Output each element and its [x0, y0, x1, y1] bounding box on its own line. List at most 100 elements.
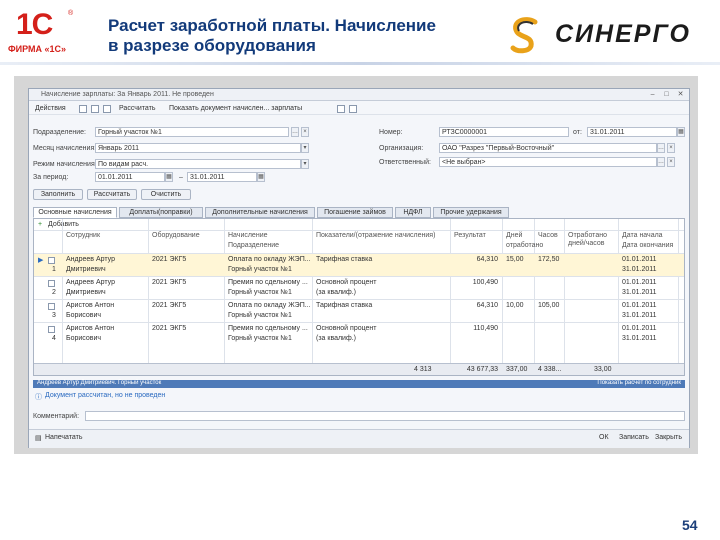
tab-loans[interactable]: Погашение займов [317, 207, 393, 218]
save-button[interactable]: Записать [619, 434, 649, 441]
tab-main-accruals[interactable]: Основные начисления [33, 207, 117, 218]
otvetstv-select-button[interactable]: … [657, 157, 665, 167]
table-row[interactable]: 3 Аристов Антон Борисович 2021 ЭКГ5 Опла… [34, 299, 684, 322]
rezhim-dropdown-icon[interactable]: ▾ [301, 159, 309, 169]
header-accrual[interactable]: Начисление [228, 232, 268, 239]
header-hours[interactable]: Часов [538, 232, 558, 239]
otvetstv-label: Ответственный: [379, 159, 431, 166]
indicator-note: (за квалиф.) [316, 335, 357, 342]
org-clear-icon[interactable]: × [667, 143, 675, 153]
row-number: 1 [52, 266, 56, 273]
indicator: Тарифная ставка [316, 302, 373, 309]
table-row[interactable]: 2 Андреев Артур Дмитриевич 2021 ЭКГ5 Пре… [34, 276, 684, 299]
period-from-field[interactable]: 01.01.2011 [95, 172, 165, 182]
otvetstv-field[interactable]: <Не выбран> [439, 157, 657, 167]
slide-title: Расчет заработной платы. Начисление в ра… [108, 16, 498, 56]
tab-additional[interactable]: Дополнительные начисления [205, 207, 315, 218]
save-icon[interactable] [79, 105, 87, 113]
logo-1c-text: 1С [16, 8, 53, 41]
ok-button[interactable]: ОК [599, 434, 609, 441]
row-checkbox[interactable] [48, 257, 55, 264]
header-worked-days-hours[interactable]: Отработано дней/часов [568, 232, 616, 248]
indicator-note: (за квалиф.) [316, 289, 357, 296]
tab-other-deductions[interactable]: Прочие удержания [433, 207, 509, 218]
zapolnit-button[interactable]: Заполнить [33, 189, 83, 200]
print-icon[interactable]: ▤ [35, 434, 42, 442]
period-to-field[interactable]: 31.01.2011 [187, 172, 257, 182]
start-date: 01.01.2011 [622, 302, 657, 309]
rezhim-label: Режим начисления: [33, 161, 97, 168]
minimize-icon[interactable]: – [648, 91, 657, 100]
show-calc-link[interactable]: Показать расчет по сотрудник [597, 380, 681, 386]
add-row-button[interactable]: Добавить [48, 221, 79, 228]
org-label: Организация: [379, 145, 424, 152]
recalc-button[interactable]: Рассчитать [119, 105, 156, 112]
close-icon[interactable]: ✕ [676, 90, 685, 99]
table-toolbar: Добавить + [34, 219, 684, 231]
employee-name: Андреев Артур [66, 256, 115, 263]
rezhim-field[interactable]: По видам расч. [95, 159, 301, 169]
podrazdelenie-field[interactable]: Горный участок №1 [95, 127, 289, 137]
tab-ndfl[interactable]: НДФЛ [395, 207, 431, 218]
header-days[interactable]: Дней [506, 232, 522, 239]
date-field[interactable]: 31.01.2011 [587, 127, 677, 137]
org-select-button[interactable]: … [657, 143, 665, 153]
tab-surcharges[interactable]: Доплаты(поправки) [119, 207, 203, 218]
accruals-table: Добавить + Сотрудник Оборудование Начисл… [33, 218, 685, 376]
print-button[interactable]: Напечатать [45, 434, 83, 441]
result: 64,310 [476, 256, 498, 263]
header-indicators[interactable]: Показатели/(отражение начисления) [316, 232, 435, 239]
header-start-date[interactable]: Дата начала [622, 232, 663, 239]
bottom-bar: ▤ Напечатать ОК Записать Закрыть [29, 429, 689, 448]
nomer-field[interactable]: РТЗС0000001 [439, 127, 569, 137]
header-employee[interactable]: Сотрудник [66, 232, 100, 239]
maximize-icon[interactable]: □ [662, 91, 671, 100]
page-number: 54 [682, 517, 698, 533]
total-indicator: 4 313 [414, 366, 432, 373]
header-end-date[interactable]: Дата окончания [622, 242, 673, 249]
podrazdelenie-clear-icon[interactable]: × [301, 127, 309, 137]
mesyac-field[interactable]: Январь 2011 [95, 143, 301, 153]
close-button[interactable]: Закрыть [655, 434, 682, 441]
totals-row: 4 313 43 677,33 337,00 4 338... 33,00 [34, 363, 684, 375]
header-result[interactable]: Результат [454, 232, 486, 239]
table-row[interactable]: ▶ 1 Андреев Артур Дмитриевич 2021 ЭКГ5 О… [34, 253, 684, 276]
post-icon[interactable] [91, 105, 99, 113]
mesyac-label: Месяц начисления: [33, 145, 97, 152]
help-icon[interactable] [349, 105, 357, 113]
row-checkbox[interactable] [48, 280, 55, 287]
header-worked[interactable]: отработано [506, 242, 543, 249]
synergo-logo: СИНЕРГО [505, 14, 705, 54]
show-doc-button[interactable]: Показать документ начислен... зарплаты [169, 105, 302, 112]
period-to-calendar-icon[interactable]: ▦ [257, 172, 265, 182]
header-subdivision[interactable]: Подразделение [228, 242, 279, 249]
otvetstv-clear-icon[interactable]: × [667, 157, 675, 167]
row-number: 4 [52, 335, 56, 342]
mesyac-dropdown-icon[interactable]: ▾ [301, 143, 309, 153]
header-equipment[interactable]: Оборудование [152, 232, 200, 239]
accrual-type: Премия по сдельному ... [228, 279, 308, 286]
accrual-type: Оплата по окладу ЖЭП... [228, 302, 311, 309]
total-worked: 33,00 [594, 366, 612, 373]
row-checkbox[interactable] [48, 326, 55, 333]
indicator: Основной процент [316, 279, 377, 286]
date-calendar-icon[interactable]: ▦ [677, 127, 685, 137]
comment-label: Комментарий: [33, 413, 80, 420]
employee-patronymic: Дмитриевич [66, 289, 106, 296]
org-field[interactable]: ОАО "Разрез "Первый-Восточный" [439, 143, 657, 153]
subdivision: Горный участок №1 [228, 266, 292, 273]
table-row[interactable]: 4 Аристов Антон Борисович 2021 ЭКГ5 Прем… [34, 322, 684, 345]
podrazdelenie-select-button[interactable]: … [291, 127, 299, 137]
equipment: 2021 ЭКГ5 [152, 279, 187, 286]
structure-icon[interactable] [337, 105, 345, 113]
result: 64,310 [476, 302, 498, 309]
period-from-calendar-icon[interactable]: ▦ [165, 172, 173, 182]
employee-info-bar: Андреев Артур Дмитриевич. Горный участок… [33, 380, 685, 388]
copy-icon[interactable] [103, 105, 111, 113]
add-icon[interactable]: + [38, 221, 42, 228]
rasschitat-button[interactable]: Рассчитать [87, 189, 137, 200]
row-checkbox[interactable] [48, 303, 55, 310]
comment-field[interactable] [85, 411, 685, 421]
ochistit-button[interactable]: Очистить [141, 189, 191, 200]
actions-menu[interactable]: Действия [35, 105, 66, 112]
